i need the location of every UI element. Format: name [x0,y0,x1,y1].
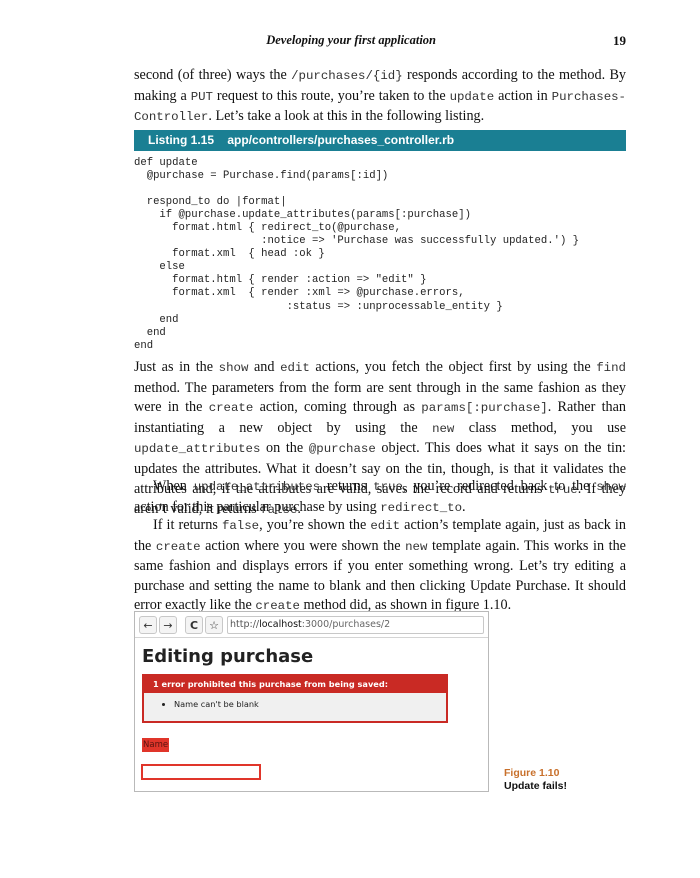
error-explanation-box: 1 error prohibited this purchase from be… [142,674,448,723]
body-paragraph-3: If it returns false, you’re shown the ed… [134,517,626,614]
chapter-title: Developing your first application [266,33,436,47]
url-path: :3000/purchases/2 [301,619,391,630]
figure-number: Figure 1.10 [504,767,560,779]
toolbar-divider [135,637,488,638]
back-arrow-icon[interactable]: ← [139,616,157,634]
code-listing: def update @purchase = Purchase.find(par… [134,157,580,352]
browser-screenshot-figure: ← → C ☆ http://localhost:3000/purchases/… [134,611,489,792]
browser-toolbar: ← → C ☆ http://localhost:3000/purchases/… [139,616,484,638]
listing-filename: app/controllers/purchases_controller.rb [227,133,455,147]
forward-arrow-icon[interactable]: → [159,616,177,634]
figure-caption: Figure 1.10 Update fails! [504,767,567,793]
address-bar[interactable]: http://localhost:3000/purchases/2 [227,616,484,634]
url-host: localhost [259,619,302,630]
name-input[interactable] [141,764,261,780]
intro-paragraph: second (of three) ways the /purchases/{i… [134,67,626,125]
running-header: Developing your first application 19 [134,33,626,51]
listing-caption-bar: Listing 1.15 app/controllers/purchases_c… [134,130,626,151]
error-item: Name can't be blank [174,699,446,709]
url-scheme: http:// [230,619,260,630]
page-title: Editing purchase [142,646,314,667]
error-list: Name can't be blank [144,693,446,709]
error-header: 1 error prohibited this purchase from be… [144,676,446,693]
name-field-label: Name [142,738,170,752]
body-paragraph-2: When update_attributes returns true, you… [134,478,626,515]
reload-icon[interactable]: C [185,616,203,634]
listing-number: Listing 1.15 [148,133,215,147]
figure-caption-text: Update fails! [504,780,568,792]
page-number: 19 [613,33,626,48]
bookmark-star-icon[interactable]: ☆ [205,616,223,634]
